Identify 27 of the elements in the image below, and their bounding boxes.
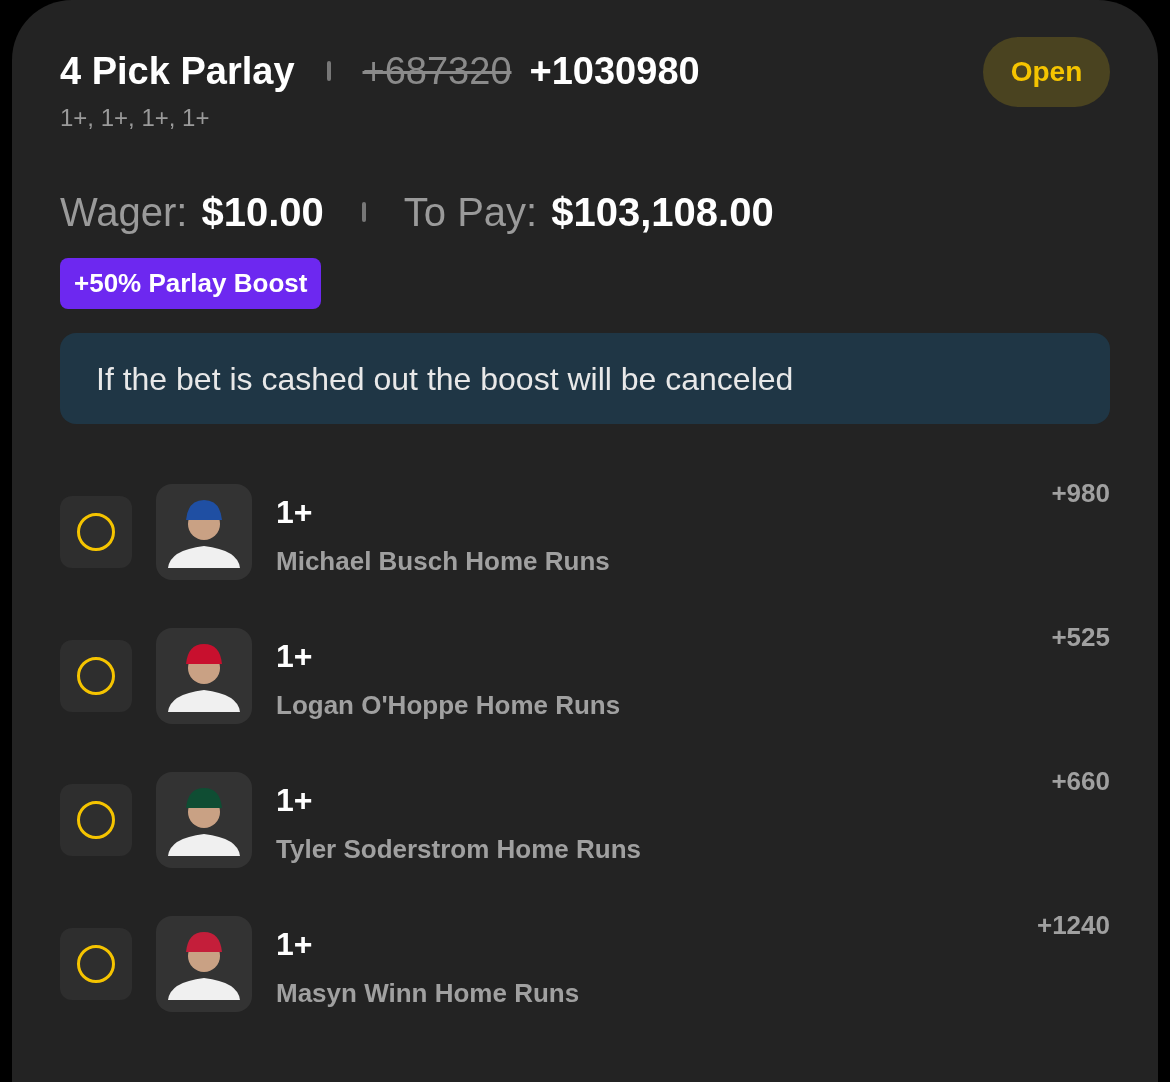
bet-title: 4 Pick Parlay	[60, 48, 295, 94]
leg-market: Logan O'Hoppe Home Runs	[276, 689, 622, 722]
leg-odds: +980	[1051, 477, 1110, 510]
leg-odds: +660	[1051, 765, 1110, 798]
leg-market: Masyn Winn Home Runs	[276, 977, 581, 1010]
leg-line: 1+	[276, 493, 314, 532]
leg-line: 1+	[276, 781, 314, 820]
status-badge: Open	[983, 37, 1110, 107]
to-pay-label: To Pay:	[403, 189, 538, 236]
wager-amount: $10.00	[201, 189, 324, 236]
boost-badge: +50% Parlay Boost	[60, 258, 322, 309]
original-odds: +687320	[362, 48, 512, 94]
leg-market: Tyler Soderstrom Home Runs	[276, 833, 643, 866]
pick-summary: 1+, 1+, 1+, 1+	[60, 103, 211, 133]
leg-line: 1+	[276, 925, 314, 964]
to-pay-amount: $103,108.00	[551, 189, 774, 236]
leg-line: 1+	[276, 637, 314, 676]
leg-status-icon	[60, 784, 132, 856]
wager-label: Wager:	[60, 189, 188, 236]
leg-status-icon	[60, 640, 132, 712]
leg-status-icon	[60, 496, 132, 568]
info-banner: If the bet is cashed out the boost will be canceled	[60, 333, 1110, 424]
boosted-odds: +1030980	[529, 48, 700, 94]
leg-market: Michael Busch Home Runs	[276, 545, 611, 578]
leg-status-icon	[60, 928, 132, 1000]
leg-odds: +1240	[1036, 909, 1110, 942]
leg-odds: +525	[1051, 621, 1110, 654]
